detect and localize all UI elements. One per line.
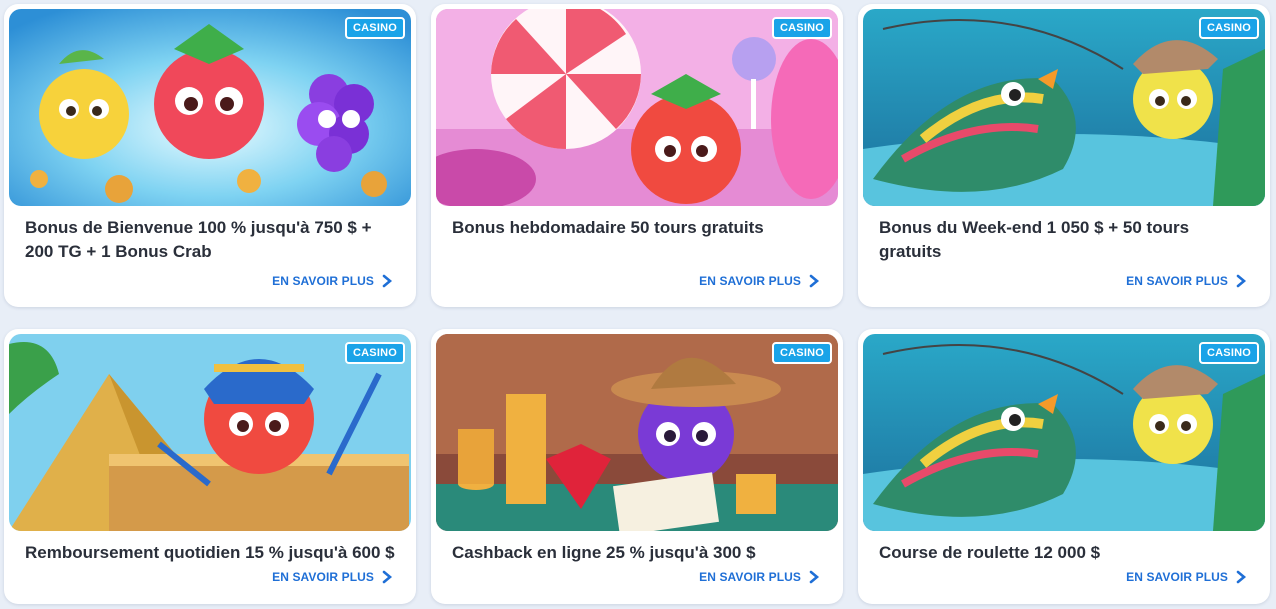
learn-more-label: EN SAVOIR PLUS — [1126, 570, 1228, 584]
promotions-grid: CASINO Bonus de Bienvenue 100 % jusqu'à … — [4, 4, 1270, 604]
learn-more-link[interactable]: EN SAVOIR PLUS — [699, 570, 821, 584]
chevron-right-icon — [382, 570, 393, 584]
learn-more-link[interactable]: EN SAVOIR PLUS — [1126, 570, 1248, 584]
learn-more-link[interactable]: EN SAVOIR PLUS — [1126, 274, 1248, 288]
learn-more-label: EN SAVOIR PLUS — [699, 274, 801, 288]
fishing-lemon-art: CASINO — [863, 9, 1265, 206]
promo-title: Remboursement quotidien 15 % jusqu'à 600… — [25, 543, 395, 562]
learn-more-label: EN SAVOIR PLUS — [272, 570, 374, 584]
promo-title: Bonus hebdomadaire 50 tours gratuits — [452, 218, 764, 237]
pharaoh-pyramid-art: CASINO — [9, 334, 411, 531]
chevron-right-icon — [382, 274, 393, 288]
promo-card[interactable]: CASINO Bonus de Bienvenue 100 % jusqu'à … — [4, 4, 416, 307]
chevron-right-icon — [809, 274, 820, 288]
promo-card[interactable]: CASINO Remboursement quotidien 15 % jusq… — [4, 329, 416, 604]
chevron-right-icon — [809, 570, 820, 584]
cowboy-gem-art: CASINO — [436, 334, 838, 531]
promo-card[interactable]: CASINO Bonus du Week-end 1 050 $ + 50 to… — [858, 4, 1270, 307]
chevron-right-icon — [1236, 570, 1247, 584]
chevron-right-icon — [1236, 274, 1247, 288]
casino-badge: CASINO — [345, 17, 405, 39]
casino-badge: CASINO — [772, 342, 832, 364]
learn-more-label: EN SAVOIR PLUS — [272, 274, 374, 288]
promo-card[interactable]: CASINO Bonus hebdomadaire 50 tours gratu… — [431, 4, 843, 307]
promo-title: Bonus du Week-end 1 050 $ + 50 tours gra… — [879, 218, 1190, 261]
promo-card[interactable]: CASINO Course de roulette 12 000 $ EN SA… — [858, 329, 1270, 604]
casino-badge: CASINO — [772, 17, 832, 39]
promo-title: Course de roulette 12 000 $ — [879, 543, 1101, 562]
learn-more-link[interactable]: EN SAVOIR PLUS — [272, 570, 394, 584]
learn-more-link[interactable]: EN SAVOIR PLUS — [699, 274, 821, 288]
promo-card[interactable]: CASINO Cashback en ligne 25 % jusqu'à 30… — [431, 329, 843, 604]
learn-more-label: EN SAVOIR PLUS — [1126, 274, 1228, 288]
casino-badge: CASINO — [1199, 17, 1259, 39]
fishing-lemon-art: CASINO — [863, 334, 1265, 531]
candy-strawberry-art: CASINO — [436, 9, 838, 206]
promo-title: Cashback en ligne 25 % jusqu'à 300 $ — [452, 543, 756, 562]
casino-badge: CASINO — [345, 342, 405, 364]
fruits-coins-art: CASINO — [9, 9, 411, 206]
casino-badge: CASINO — [1199, 342, 1259, 364]
promo-title: Bonus de Bienvenue 100 % jusqu'à 750 $ +… — [25, 218, 372, 261]
learn-more-link[interactable]: EN SAVOIR PLUS — [272, 274, 394, 288]
learn-more-label: EN SAVOIR PLUS — [699, 570, 801, 584]
